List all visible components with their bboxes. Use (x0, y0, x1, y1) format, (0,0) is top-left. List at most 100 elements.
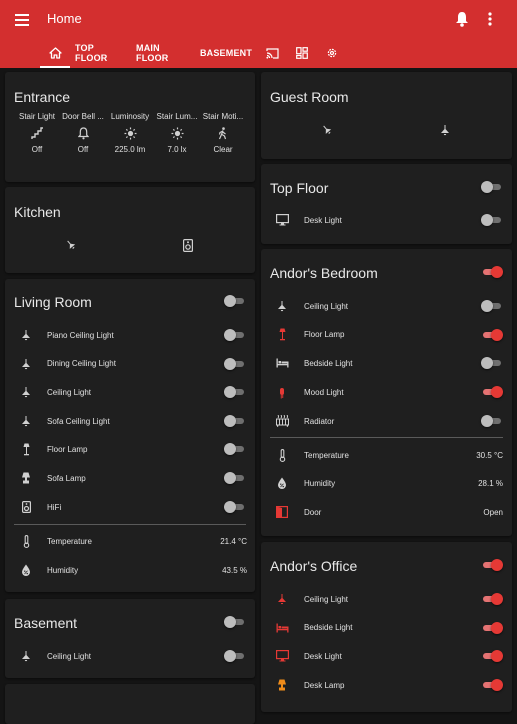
basement-ceiling-light-toggle[interactable] (224, 650, 244, 662)
door-open-icon (275, 505, 289, 519)
office-desk-lamp-toggle[interactable] (481, 679, 503, 691)
entity-stair-motion[interactable]: Stair Moti... Clear (200, 112, 246, 154)
bedside-light-toggle[interactable] (481, 357, 501, 369)
entity-state: Clear (213, 145, 233, 154)
speaker-icon[interactable] (181, 238, 195, 252)
water-percent-icon (19, 563, 33, 577)
entity-stair-luminosity[interactable]: Stair Lum... 7.0 lx (154, 112, 200, 154)
toolbar: Home (0, 0, 517, 38)
basement-master-toggle[interactable] (224, 616, 244, 628)
desk-light-toggle[interactable] (481, 214, 501, 226)
entity-name: Stair Moti... (202, 112, 244, 121)
tab-home[interactable] (40, 38, 70, 68)
row-label: Door (304, 508, 322, 517)
row-label: HiFi (47, 503, 62, 512)
mood-light-toggle[interactable] (481, 386, 503, 398)
ceiling-light-icon[interactable] (64, 238, 78, 252)
menu-icon[interactable] (10, 8, 34, 32)
row-label: Desk Light (304, 652, 342, 661)
tab-cast[interactable] (262, 38, 282, 68)
row-label: Piano Ceiling Light (47, 331, 114, 340)
radiator-toggle[interactable] (481, 415, 501, 427)
ceiling-light-icon (19, 357, 33, 371)
entity-luminosity[interactable]: Luminosity 225.0 lm (107, 112, 153, 154)
kitchen-card: Kitchen (5, 187, 255, 273)
entity-name: Luminosity (110, 112, 150, 121)
tab-dashboard[interactable] (292, 38, 312, 68)
thermometer-icon (275, 448, 289, 462)
row-label: Desk Lamp (304, 681, 345, 690)
sensor-value: 21.4 °C (220, 537, 247, 546)
entity-stair-light[interactable]: Stair Light Off (14, 112, 60, 154)
cast-icon (265, 47, 279, 59)
row-label: Humidity (47, 566, 79, 575)
entity-state: 225.0 lm (114, 145, 146, 154)
ceiling-light-icon (275, 299, 289, 313)
ceiling-light-icon (19, 328, 33, 342)
office-master-toggle[interactable] (481, 559, 503, 571)
living-room-master-toggle[interactable] (224, 295, 244, 307)
andors-bedroom-card: Andor's Bedroom Ceiling Light Floor Lamp… (261, 249, 512, 536)
app-header: Home TOP FLOOR MAIN FLOOR BASEMENT (0, 0, 517, 68)
hifi-toggle[interactable] (224, 501, 244, 513)
speaker-icon (19, 500, 33, 514)
monitor-icon (275, 649, 289, 663)
row-label: Dining Ceiling Light (47, 359, 116, 368)
top-floor-master-toggle[interactable] (481, 181, 501, 193)
entity-name: Door Bell ... (62, 112, 104, 121)
tab-basement[interactable]: BASEMENT (200, 38, 252, 68)
led-strip-icon (275, 385, 289, 399)
card-title: Living Room (14, 294, 92, 310)
ceiling-light-icon (19, 414, 33, 428)
sensor-value: 43.5 % (222, 566, 247, 575)
bell-icon (60, 121, 106, 145)
entity-name: Stair Lum... (156, 112, 198, 121)
bedroom-floor-lamp-toggle[interactable] (481, 329, 503, 341)
entity-door-bell[interactable]: Door Bell ... Off (60, 112, 106, 154)
lamp-icon (19, 471, 33, 485)
row-label: Humidity (304, 479, 336, 488)
divider (270, 437, 503, 438)
more-options-icon[interactable] (482, 9, 498, 29)
card-title: Basement (14, 615, 78, 631)
home-icon (48, 47, 62, 59)
divider (14, 524, 246, 525)
office-bedside-light-toggle[interactable] (481, 622, 503, 634)
card-title: Andor's Bedroom (270, 265, 378, 281)
bed-icon (275, 621, 289, 635)
bedroom-ceiling-light-toggle[interactable] (481, 300, 501, 312)
sofa-ceiling-light-toggle[interactable] (224, 415, 244, 427)
tab-main-floor[interactable]: MAIN FLOOR (136, 38, 190, 68)
row-label: Desk Light (304, 216, 342, 225)
brightness-icon (154, 121, 200, 145)
row-label: Bedside Light (304, 359, 353, 368)
sensor-value: Open (483, 508, 503, 517)
notifications-icon[interactable] (452, 9, 472, 29)
top-floor-card: Top Floor Desk Light (261, 164, 512, 244)
ceiling-light-icon (19, 649, 33, 663)
sensor-value: 30.5 °C (476, 451, 503, 460)
floor-lamp-toggle[interactable] (224, 443, 244, 455)
tab-settings[interactable] (322, 38, 342, 68)
ceiling-light-icon[interactable] (438, 123, 452, 137)
row-label: Bedside Light (304, 623, 353, 632)
tab-top-floor[interactable]: TOP FLOOR (75, 38, 127, 68)
bed-icon (275, 356, 289, 370)
ceiling-light-icon[interactable] (320, 123, 334, 137)
ceiling-light-toggle[interactable] (224, 386, 244, 398)
radiator-icon (275, 414, 289, 428)
entity-state: Off (31, 145, 43, 154)
piano-ceiling-light-toggle[interactable] (224, 329, 244, 341)
next-room-card (5, 684, 255, 724)
row-label: Temperature (304, 451, 349, 460)
office-ceiling-light-toggle[interactable] (481, 593, 503, 605)
row-label: Ceiling Light (47, 388, 92, 397)
sofa-lamp-toggle[interactable] (224, 472, 244, 484)
dining-ceiling-light-toggle[interactable] (224, 358, 244, 370)
office-desk-light-toggle[interactable] (481, 650, 503, 662)
brightness-icon (107, 121, 153, 145)
card-title: Guest Room (270, 89, 349, 105)
row-label: Radiator (304, 417, 335, 426)
row-label: Mood Light (304, 388, 344, 397)
bedroom-master-toggle[interactable] (481, 266, 503, 278)
